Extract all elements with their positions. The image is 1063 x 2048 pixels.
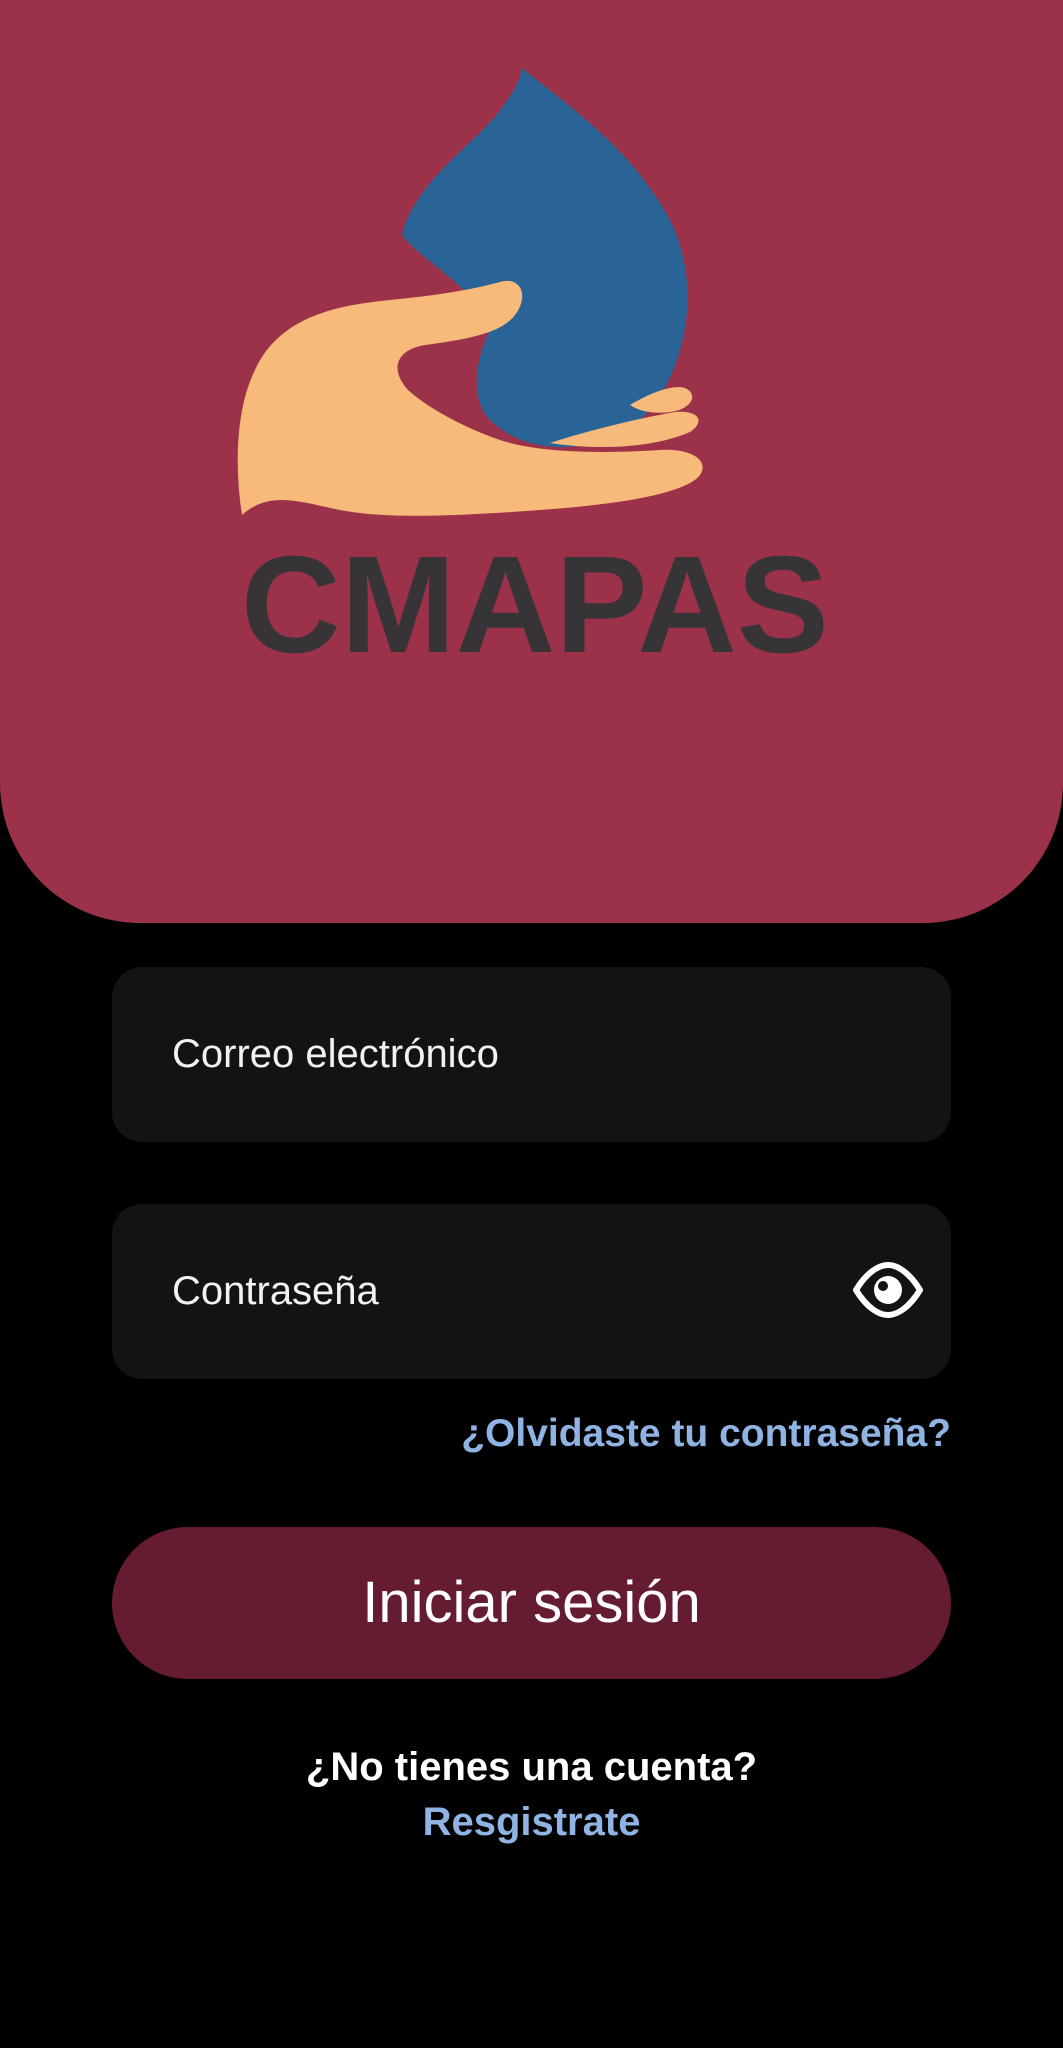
logo-wordmark: CMAPAS	[241, 528, 829, 670]
cmapas-logo: CMAPAS	[237, 68, 829, 670]
email-field[interactable]: Correo electrónico	[112, 967, 951, 1142]
login-screen: CMAPAS Correo electrónico Contraseña ¿Ol…	[0, 0, 1063, 2048]
login-button[interactable]: Iniciar sesión	[112, 1527, 951, 1679]
email-placeholder: Correo electrónico	[172, 1032, 499, 1076]
forgot-password-link[interactable]: ¿Olvidaste tu contraseña?	[461, 1412, 951, 1456]
header-banner: CMAPAS	[0, 0, 1063, 923]
password-placeholder: Contraseña	[172, 1269, 379, 1313]
no-account-text: ¿No tienes una cuenta?	[305, 1745, 758, 1789]
password-field[interactable]: Contraseña	[112, 1204, 951, 1379]
register-link[interactable]: Resgistrate	[0, 1800, 1063, 1845]
water-drop-icon	[402, 68, 688, 448]
eye-icon[interactable]	[853, 1260, 923, 1320]
